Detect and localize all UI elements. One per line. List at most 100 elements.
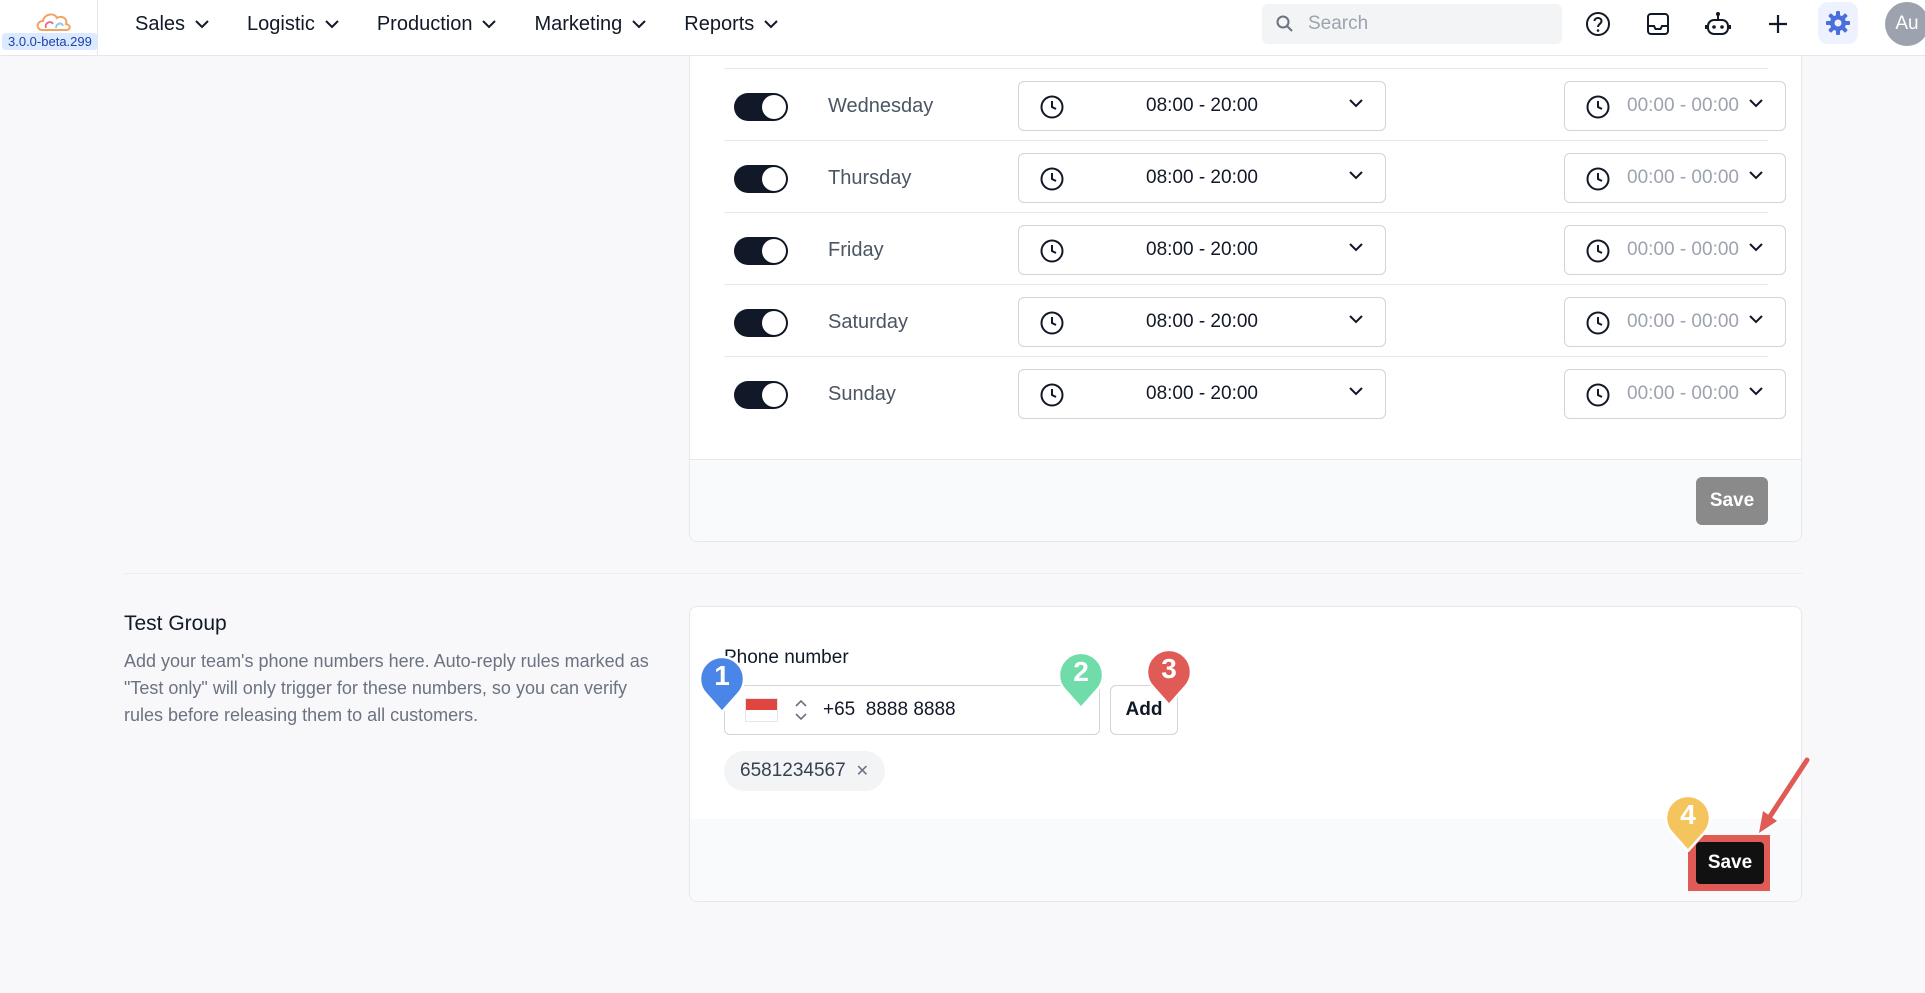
secondary-time-range-value: 00:00 - 00:00 bbox=[1627, 167, 1739, 188]
test-group-description: Add your team's phone numbers here. Auto… bbox=[124, 651, 649, 725]
chevron-down-icon bbox=[1749, 387, 1763, 396]
plus-icon[interactable] bbox=[1762, 8, 1794, 40]
secondary-time-range-value: 00:00 - 00:00 bbox=[1627, 239, 1739, 260]
search-icon bbox=[1276, 15, 1293, 32]
nav-logistic[interactable]: Logistic bbox=[247, 13, 339, 36]
day-label: Saturday bbox=[828, 311, 909, 333]
marker-number: 4 bbox=[1680, 799, 1696, 830]
chip-label: 6581234567 bbox=[740, 760, 846, 781]
day-label: Wednesday bbox=[828, 95, 934, 117]
day-row: Saturday 08:00 - 20:00 00:00 - 00:00 bbox=[724, 284, 1786, 356]
nav-reports[interactable]: Reports bbox=[684, 12, 779, 36]
chevron-down-icon bbox=[764, 19, 779, 28]
toggle-knob bbox=[762, 311, 786, 335]
nav-production[interactable]: Production bbox=[377, 13, 497, 36]
search-placeholder: Search bbox=[1308, 13, 1369, 34]
toggle-knob bbox=[762, 167, 786, 191]
top-navigation-bar: 3.0.0-beta.299 Sales Logistic Production… bbox=[0, 0, 1925, 56]
chevron-down-icon bbox=[1749, 171, 1763, 180]
settings-button[interactable] bbox=[1818, 2, 1858, 44]
time-range-select[interactable]: 08:00 - 20:00 bbox=[1018, 81, 1386, 131]
gear-icon bbox=[1826, 11, 1850, 35]
clock-icon bbox=[1586, 167, 1610, 191]
country-code: +65 bbox=[823, 699, 856, 720]
day-enabled-toggle[interactable] bbox=[734, 309, 788, 337]
chevron-down-icon bbox=[1349, 387, 1363, 396]
test-group-card: Phone number +65 8888 8888 Add 658123456… bbox=[689, 606, 1802, 902]
chevron-down-icon bbox=[632, 19, 646, 28]
phone-value: +65 8888 8888 bbox=[823, 699, 956, 721]
marker-number: 2 bbox=[1073, 656, 1089, 687]
marker-number: 1 bbox=[714, 660, 730, 691]
remove-chip-icon[interactable]: ✕ bbox=[856, 761, 869, 781]
help-icon[interactable] bbox=[1582, 8, 1614, 40]
day-enabled-toggle[interactable] bbox=[734, 237, 788, 265]
step-marker-2: 2 bbox=[1056, 647, 1106, 709]
secondary-time-range-select[interactable]: 00:00 - 00:00 bbox=[1564, 153, 1786, 203]
chevron-down-icon bbox=[482, 19, 497, 28]
chevron-down-icon bbox=[1349, 315, 1363, 324]
nav-label: Sales bbox=[135, 12, 186, 35]
clock-icon bbox=[1586, 239, 1610, 263]
chevron-down-icon bbox=[1749, 243, 1763, 252]
secondary-time-range-select[interactable]: 00:00 - 00:00 bbox=[1564, 297, 1786, 347]
time-range-select[interactable]: 08:00 - 20:00 bbox=[1018, 369, 1386, 419]
chevron-down-icon bbox=[325, 19, 339, 28]
version-badge: 3.0.0-beta.299 bbox=[2, 33, 98, 50]
nav-sales[interactable]: Sales bbox=[135, 13, 209, 36]
time-range-select[interactable]: 08:00 - 20:00 bbox=[1018, 153, 1386, 203]
hours-card-footer: Save bbox=[690, 459, 1801, 541]
step-marker-1: 1 bbox=[697, 651, 747, 713]
toggle-knob bbox=[762, 95, 786, 119]
nav-label: Logistic bbox=[247, 12, 315, 35]
day-enabled-toggle[interactable] bbox=[734, 93, 788, 121]
day-row: Friday 08:00 - 20:00 00:00 - 00:00 bbox=[724, 212, 1786, 284]
day-row: Wednesday 08:00 - 20:00 00:00 - 00:00 bbox=[724, 68, 1786, 140]
logo-divider bbox=[97, 0, 98, 56]
nav-label: Reports bbox=[684, 12, 755, 35]
time-range-select[interactable]: 08:00 - 20:00 bbox=[1018, 297, 1386, 347]
chevron-down-icon bbox=[1349, 171, 1363, 180]
secondary-time-range-select[interactable]: 00:00 - 00:00 bbox=[1564, 369, 1786, 419]
day-label: Sunday bbox=[828, 383, 896, 405]
main-nav: Sales Logistic Production Marketing Repo… bbox=[135, 0, 816, 48]
clock-icon bbox=[1586, 311, 1610, 335]
nav-label: Production bbox=[376, 12, 473, 35]
user-avatar[interactable]: Au bbox=[1885, 2, 1925, 46]
chevron-down-icon bbox=[1349, 99, 1363, 108]
inbox-icon[interactable] bbox=[1642, 8, 1674, 40]
time-range-value: 08:00 - 20:00 bbox=[1146, 95, 1258, 116]
day-row: Sunday 08:00 - 20:00 00:00 - 00:00 bbox=[724, 356, 1786, 428]
clock-icon bbox=[1586, 383, 1610, 407]
secondary-time-range-value: 00:00 - 00:00 bbox=[1627, 95, 1739, 116]
pointer-arrow-icon bbox=[1759, 757, 1810, 833]
secondary-time-range-select[interactable]: 00:00 - 00:00 bbox=[1564, 81, 1786, 131]
step-marker-3: 3 bbox=[1144, 644, 1194, 706]
search-input[interactable]: Search bbox=[1262, 4, 1562, 44]
opening-hours-card: Wednesday 08:00 - 20:00 00:00 - 00:00 Thurs… bbox=[689, 20, 1802, 542]
secondary-time-range-select[interactable]: 00:00 - 00:00 bbox=[1564, 225, 1786, 275]
bot-icon[interactable] bbox=[1702, 8, 1734, 40]
singapore-flag-icon[interactable] bbox=[745, 698, 778, 722]
phone-digits: 8888 8888 bbox=[865, 699, 956, 720]
time-range-value: 08:00 - 20:00 bbox=[1146, 239, 1258, 260]
secondary-time-range-value: 00:00 - 00:00 bbox=[1627, 383, 1739, 404]
nav-label: Marketing bbox=[534, 12, 623, 35]
phone-number-chip: 6581234567 ✕ bbox=[724, 751, 886, 791]
country-select-chevrons-icon[interactable] bbox=[795, 696, 807, 724]
day-label: Thursday bbox=[828, 167, 912, 189]
nav-marketing[interactable]: Marketing bbox=[534, 13, 646, 36]
chevron-down-icon bbox=[1749, 99, 1763, 108]
day-enabled-toggle[interactable] bbox=[734, 165, 788, 193]
cloud-logo-icon[interactable] bbox=[34, 6, 74, 36]
section-divider bbox=[124, 573, 1802, 574]
time-range-select[interactable]: 08:00 - 20:00 bbox=[1018, 225, 1386, 275]
phone-number-field[interactable]: +65 8888 8888 bbox=[724, 685, 1100, 735]
clock-icon bbox=[1586, 95, 1610, 119]
marker-number: 3 bbox=[1161, 653, 1177, 684]
test-group-footer bbox=[690, 819, 1801, 901]
secondary-time-range-value: 00:00 - 00:00 bbox=[1627, 311, 1739, 332]
day-enabled-toggle[interactable] bbox=[734, 381, 788, 409]
chevron-down-icon bbox=[1349, 243, 1363, 252]
hours-save-button[interactable]: Save bbox=[1696, 477, 1768, 525]
